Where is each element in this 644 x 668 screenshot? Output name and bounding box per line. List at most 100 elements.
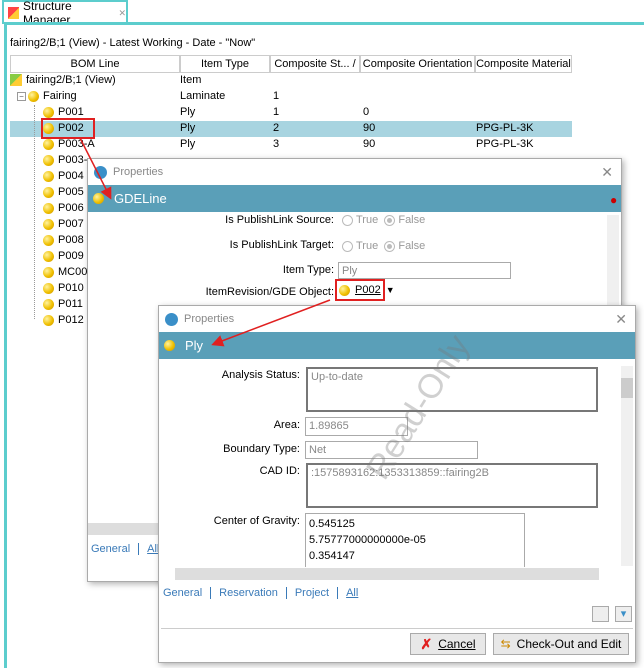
header-title: GDELine bbox=[114, 191, 167, 206]
dialog-header: Ply bbox=[159, 332, 635, 359]
bom-line-name: P011 bbox=[58, 298, 83, 310]
ply-icon bbox=[43, 154, 54, 166]
tab-structure-manager[interactable]: Structure Manager ✕ bbox=[2, 0, 128, 27]
ply-icon bbox=[43, 138, 54, 150]
tree-line bbox=[34, 105, 35, 319]
publish-target-radio[interactable]: True False bbox=[342, 240, 425, 252]
tab-general[interactable]: General bbox=[91, 543, 130, 555]
ply-icon bbox=[43, 106, 54, 118]
properties-icon bbox=[165, 312, 178, 326]
ply-icon bbox=[43, 234, 54, 246]
area-label: Area: bbox=[273, 419, 300, 431]
column-header[interactable]: Composite St... / bbox=[270, 55, 360, 73]
bom-line-name: P005 bbox=[58, 186, 84, 198]
analysis-status-field[interactable]: Up-to-date bbox=[306, 367, 598, 412]
properties-dialog-ply: Properties ✕ Ply Analysis Status: Up-to-… bbox=[158, 305, 636, 663]
table-row[interactable]: P003-A Ply 3 90 PPG-PL-3K bbox=[10, 137, 572, 153]
bom-line-name: P001 bbox=[58, 106, 84, 118]
horizontal-scrollbar[interactable] bbox=[88, 523, 163, 535]
tab-general[interactable]: General bbox=[163, 587, 202, 599]
bom-line-name: P006 bbox=[58, 202, 84, 214]
item-type-field[interactable]: Ply bbox=[338, 262, 511, 279]
table-row[interactable]: P002 Ply 2 90 PPG-PL-3K bbox=[10, 121, 572, 137]
tab-reservation[interactable]: Reservation bbox=[219, 587, 278, 599]
ply-icon bbox=[43, 202, 54, 214]
cell-type: Item bbox=[180, 74, 202, 86]
publish-source-label: Is PublishLink Source: bbox=[225, 214, 334, 226]
divider bbox=[161, 628, 633, 629]
ply-icon bbox=[164, 340, 175, 351]
area-field[interactable]: 1.89865 bbox=[305, 417, 408, 436]
center-of-gravity-field[interactable]: 0.545125 5.75777000000000e-05 0.354147 bbox=[305, 513, 525, 567]
cell-mat: PPG-PL-3K bbox=[476, 138, 534, 150]
cancel-button[interactable]: ✗ Cancel bbox=[410, 633, 486, 655]
analysis-status-label: Analysis Status: bbox=[221, 369, 300, 381]
cell-seq: 2 bbox=[273, 122, 280, 134]
checkout-icon: ⇆ bbox=[500, 637, 511, 651]
print-icon[interactable] bbox=[592, 606, 609, 622]
cell-orient: 90 bbox=[363, 138, 376, 150]
ply-icon bbox=[28, 90, 39, 102]
horizontal-scrollbar[interactable] bbox=[175, 568, 599, 580]
ply-icon bbox=[43, 298, 54, 310]
bom-line-name: Fairing bbox=[43, 90, 77, 102]
publish-source-radio[interactable]: True False bbox=[342, 214, 425, 226]
ply-icon bbox=[43, 282, 54, 294]
structure-manager-icon bbox=[8, 7, 20, 19]
ply-icon bbox=[43, 170, 54, 182]
ply-icon bbox=[43, 186, 54, 198]
boundary-type-label: Boundary Type: bbox=[223, 443, 300, 455]
center-of-gravity-label: Center of Gravity: bbox=[213, 515, 300, 527]
bom-line-name: P012 bbox=[58, 314, 84, 326]
tab-project[interactable]: Project bbox=[295, 587, 329, 599]
bom-line-name: P004 bbox=[58, 170, 84, 182]
ply-icon bbox=[43, 314, 54, 326]
ply-icon bbox=[43, 122, 54, 134]
column-header[interactable]: BOM Line bbox=[10, 55, 180, 73]
bom-line-name: P008 bbox=[58, 234, 84, 246]
check-out-and-edit-button[interactable]: ⇆ Check-Out and Edit bbox=[493, 633, 629, 655]
bom-line-name: P003- bbox=[58, 154, 88, 166]
column-header[interactable]: Item Type bbox=[180, 55, 270, 73]
bom-line-name: fairing2/B;1 (View) bbox=[26, 74, 116, 86]
ply-icon bbox=[43, 266, 54, 278]
cell-type: Ply bbox=[180, 138, 196, 150]
cell-seq: 3 bbox=[273, 138, 280, 150]
bom-line-name: P009 bbox=[58, 250, 84, 262]
column-header[interactable]: Composite Orientation bbox=[360, 55, 475, 73]
table-row[interactable]: fairing2/B;1 (View) Item bbox=[10, 73, 572, 89]
pin-icon[interactable]: ● bbox=[610, 193, 617, 207]
cad-id-field[interactable]: :1575893162:1353313859::fairing2B bbox=[306, 463, 598, 508]
cad-id-label: CAD ID: bbox=[259, 465, 300, 477]
cell-orient: 0 bbox=[363, 106, 370, 118]
header-title: Ply bbox=[185, 338, 204, 353]
collapse-toggle[interactable]: − bbox=[17, 92, 26, 101]
cell-mat: PPG-PL-3K bbox=[476, 122, 534, 134]
dialog-title: Properties bbox=[184, 313, 235, 325]
dialog-header: GDELine bbox=[88, 185, 621, 212]
gde-object-link[interactable]: P002 bbox=[355, 284, 381, 296]
cell-orient: 90 bbox=[363, 122, 376, 134]
info-icon[interactable]: ▾ bbox=[615, 606, 632, 622]
close-dialog-button[interactable]: ✕ bbox=[615, 311, 627, 328]
cell-type: Ply bbox=[180, 106, 196, 118]
close-tab-icon[interactable]: ✕ bbox=[118, 8, 126, 19]
bom-line-name: P003-A bbox=[58, 138, 95, 150]
gde-object-label: ItemRevision/GDE Object: bbox=[205, 286, 334, 298]
bom-line-name: P007 bbox=[58, 218, 84, 230]
tab-all[interactable]: All bbox=[346, 587, 358, 599]
dropdown-arrow-icon[interactable]: ▼ bbox=[386, 285, 395, 295]
boundary-type-select[interactable]: Net bbox=[305, 441, 478, 459]
cell-seq: 1 bbox=[273, 90, 280, 102]
ply-icon bbox=[339, 284, 350, 296]
item-type-label: Item Type: bbox=[282, 264, 334, 276]
table-row[interactable]: Fairing Laminate 1 bbox=[10, 89, 572, 105]
properties-icon bbox=[94, 165, 107, 179]
table-row[interactable]: P001 Ply 1 0 bbox=[10, 105, 572, 121]
ply-icon bbox=[43, 218, 54, 230]
vertical-scrollbar[interactable] bbox=[621, 366, 633, 566]
cell-type: Laminate bbox=[180, 90, 226, 102]
cancel-icon: ✗ bbox=[420, 635, 433, 652]
close-dialog-button[interactable]: ✕ bbox=[601, 164, 613, 181]
column-header[interactable]: Composite Material bbox=[475, 55, 572, 73]
